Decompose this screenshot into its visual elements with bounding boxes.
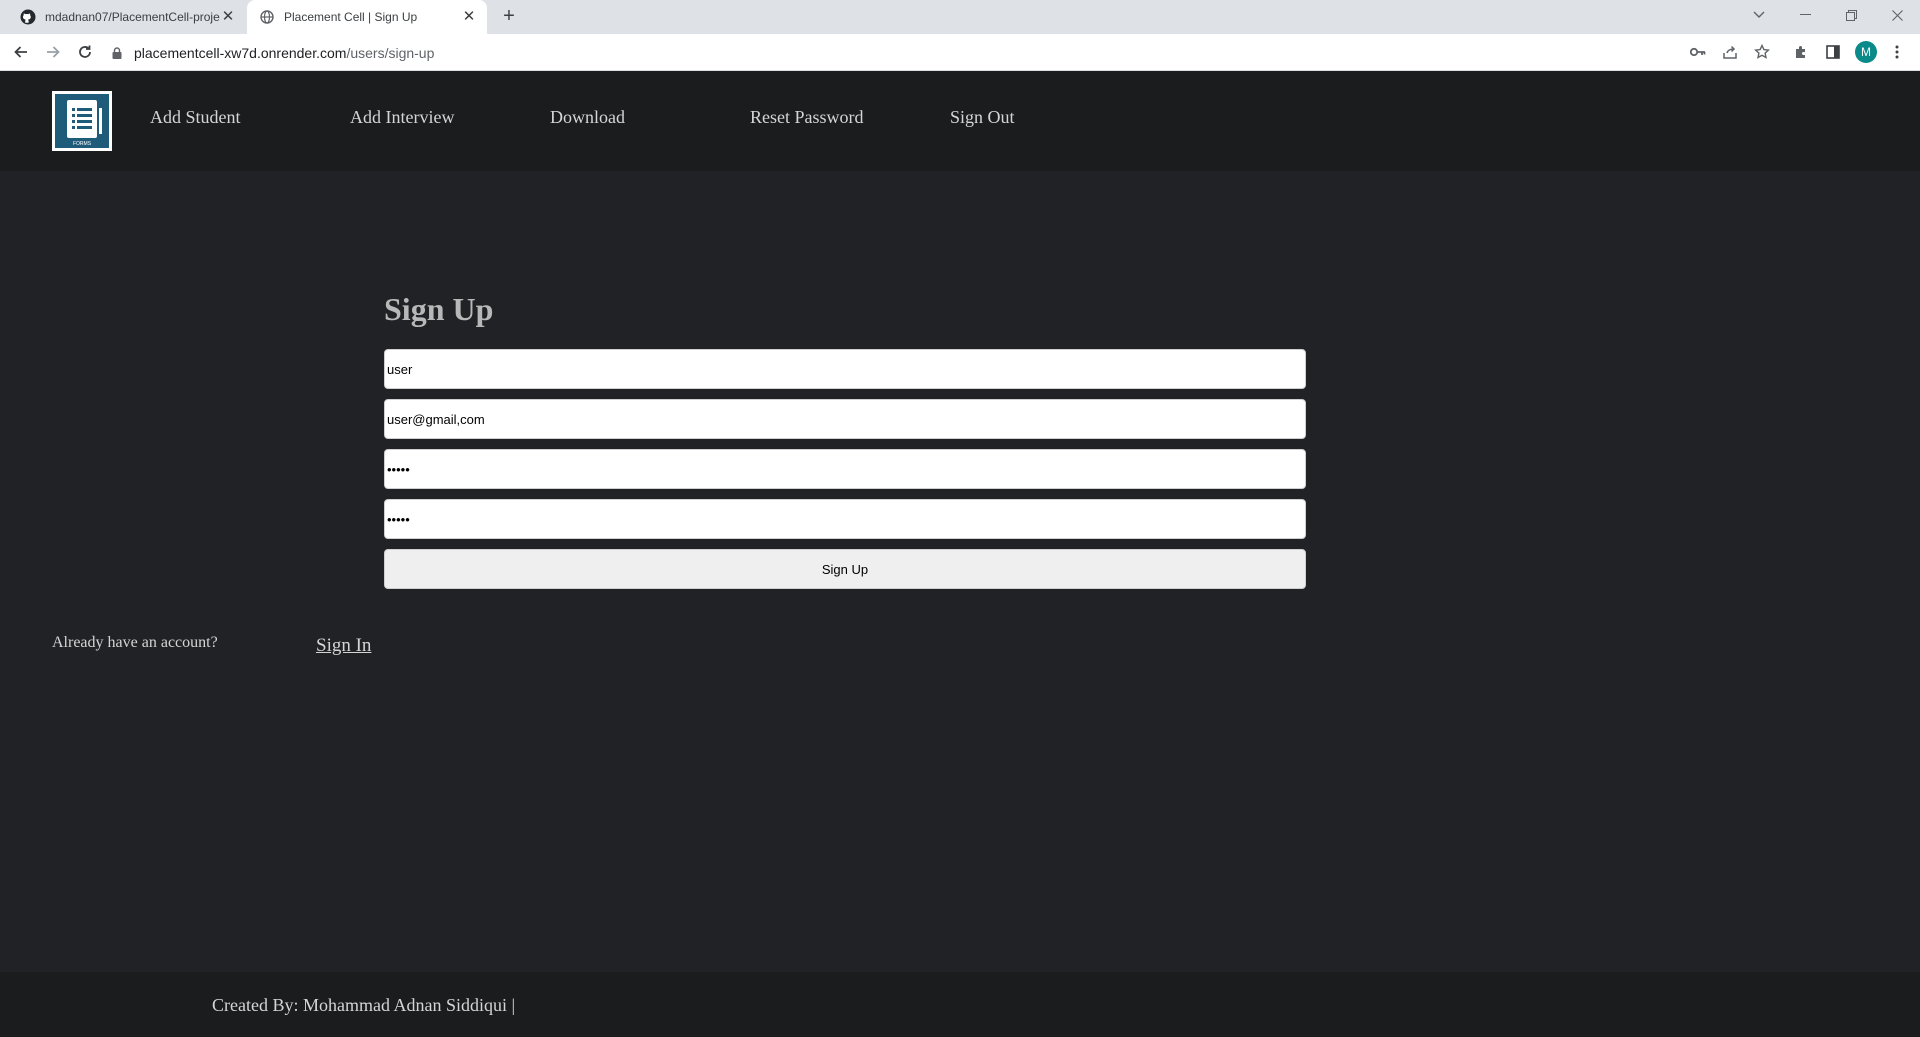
tab-github[interactable]: mdadnan07/PlacementCell-proje ✕ xyxy=(8,0,246,34)
nav-sign-out[interactable]: Sign Out xyxy=(950,107,1015,128)
confirm-password-input[interactable] xyxy=(384,499,1306,539)
already-have-account-text: Already have an account? xyxy=(52,634,218,651)
restore-icon[interactable] xyxy=(1828,0,1874,30)
forms-logo[interactable]: FORMS xyxy=(52,91,112,151)
close-window-icon[interactable] xyxy=(1874,0,1920,30)
tab-search-icon[interactable] xyxy=(1736,0,1782,30)
url-host: placementcell-xw7d.onrender.com xyxy=(134,44,347,61)
forms-logo-icon: FORMS xyxy=(55,94,109,148)
key-icon[interactable] xyxy=(1688,42,1708,62)
tab-title: Placement Cell | Sign Up xyxy=(284,10,418,24)
close-tab-icon[interactable]: ✕ xyxy=(461,9,477,25)
side-panel-icon[interactable] xyxy=(1823,42,1843,62)
reload-icon[interactable] xyxy=(74,41,96,63)
page-title: Sign Up xyxy=(384,291,494,327)
extensions-puzzle-icon[interactable] xyxy=(1791,42,1811,62)
password-input[interactable] xyxy=(384,449,1306,489)
nav-add-student[interactable]: Add Student xyxy=(150,107,241,128)
share-icon[interactable] xyxy=(1720,42,1740,62)
sign-in-link[interactable]: Sign In xyxy=(316,635,371,657)
lock-icon[interactable] xyxy=(110,46,124,60)
tab-title: mdadnan07/PlacementCell-proje xyxy=(45,10,220,24)
globe-icon xyxy=(259,9,275,25)
profile-avatar[interactable]: M xyxy=(1855,41,1877,63)
sign-up-button[interactable]: Sign Up xyxy=(384,549,1306,589)
email-input[interactable] xyxy=(384,399,1306,439)
url-path: /users/sign-up xyxy=(346,44,435,61)
github-icon xyxy=(20,9,36,25)
browser-toolbar: placementcell-xw7d.onrender.com/users/si… xyxy=(0,34,1920,71)
footer-credit: Created By: Mohammad Adnan Siddiqui | xyxy=(212,995,516,1015)
nav-download[interactable]: Download xyxy=(550,107,625,128)
close-tab-icon[interactable]: ✕ xyxy=(220,9,236,25)
tab-placement-cell[interactable]: Placement Cell | Sign Up ✕ xyxy=(247,0,487,34)
new-tab-button[interactable]: + xyxy=(498,6,520,28)
kebab-menu-icon[interactable] xyxy=(1887,42,1907,62)
name-input[interactable] xyxy=(384,349,1306,389)
web-page: FORMS Add Student Add Interview Download… xyxy=(0,71,1920,1037)
site-footer: Created By: Mohammad Adnan Siddiqui | xyxy=(0,972,1920,1037)
logo-text: FORMS xyxy=(73,141,92,147)
nav-add-interview[interactable]: Add Interview xyxy=(350,107,454,128)
back-arrow-icon[interactable] xyxy=(10,41,32,63)
address-bar[interactable]: placementcell-xw7d.onrender.com/users/si… xyxy=(110,38,1660,67)
nav-reset-password[interactable]: Reset Password xyxy=(750,107,864,128)
site-header: FORMS Add Student Add Interview Download… xyxy=(0,71,1920,171)
main-content: Sign Up Sign Up Already have an account?… xyxy=(0,171,1920,972)
url-text: placementcell-xw7d.onrender.com/users/si… xyxy=(134,45,434,61)
minimize-icon[interactable] xyxy=(1782,0,1828,30)
bookmark-star-icon[interactable] xyxy=(1752,42,1772,62)
forward-arrow-icon[interactable] xyxy=(42,41,64,63)
browser-tab-strip: mdadnan07/PlacementCell-proje ✕ Placemen… xyxy=(0,0,1920,34)
